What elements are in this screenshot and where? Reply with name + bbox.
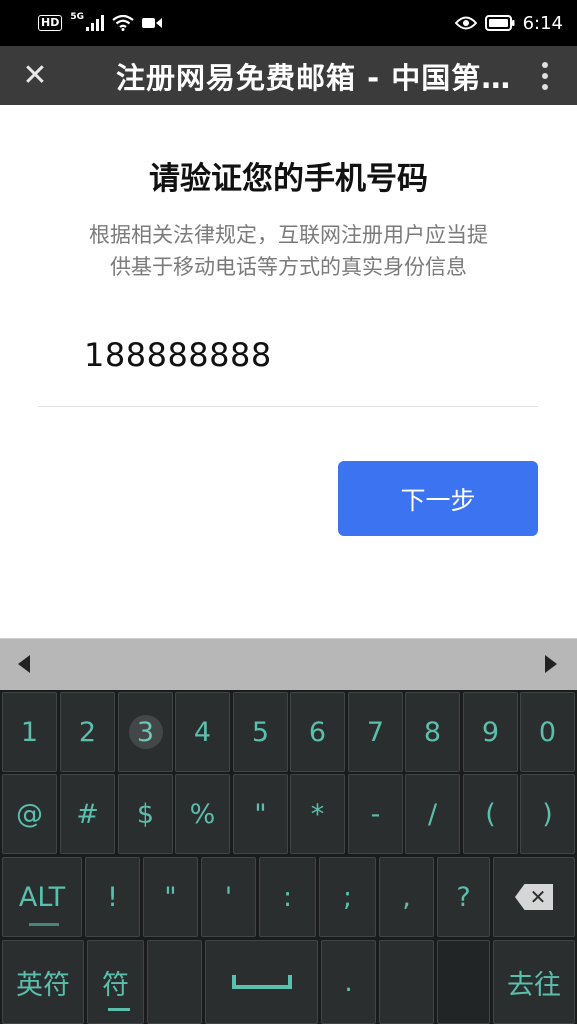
- more-vertical-icon[interactable]: [513, 46, 577, 105]
- video-camera-icon: [142, 18, 162, 28]
- key-left-paren[interactable]: (: [463, 774, 518, 854]
- key-0[interactable]: 0: [520, 692, 575, 772]
- key-minus[interactable]: -: [348, 774, 403, 854]
- alt-indicator: [29, 923, 59, 926]
- keyboard-candidate-bar: [0, 638, 577, 690]
- key-2[interactable]: 2: [60, 692, 115, 772]
- key-backspace[interactable]: ✕: [493, 857, 575, 937]
- key-at[interactable]: @: [2, 774, 57, 854]
- key-1[interactable]: 1: [2, 692, 57, 772]
- key-quote[interactable]: ": [143, 857, 198, 937]
- key-6[interactable]: 6: [290, 692, 345, 772]
- signal-bars-icon: [86, 15, 104, 31]
- page-content: 请验证您的手机号码 根据相关法律规定，互联网注册用户应当提 供基于移动电话等方式…: [0, 105, 577, 638]
- description-line-1: 根据相关法律规定，互联网注册用户应当提: [89, 223, 488, 247]
- key-asterisk[interactable]: *: [290, 774, 345, 854]
- key-go[interactable]: 去往: [493, 940, 575, 1024]
- key-3[interactable]: 3: [118, 692, 173, 772]
- key-blank-right[interactable]: [379, 940, 434, 1024]
- key-semicolon[interactable]: ;: [319, 857, 376, 937]
- key-question[interactable]: ?: [437, 857, 490, 937]
- arrow-left-icon[interactable]: [18, 655, 30, 673]
- wifi-icon: [112, 15, 134, 31]
- key-5[interactable]: 5: [233, 692, 288, 772]
- key-apostrophe[interactable]: ': [201, 857, 256, 937]
- phone-input[interactable]: 188888888: [84, 336, 272, 374]
- close-icon[interactable]: ✕: [0, 46, 70, 105]
- hd-badge: HD: [38, 15, 63, 31]
- key-exclamation[interactable]: !: [85, 857, 140, 937]
- arrow-right-icon[interactable]: [545, 655, 557, 673]
- key-dollar[interactable]: $: [118, 774, 173, 854]
- clock: 6:14: [522, 12, 563, 34]
- key-4[interactable]: 4: [175, 692, 230, 772]
- title-bar: ✕ 注册网易免费邮箱 - 中国第一大电子邮件服务商: [0, 46, 577, 105]
- battery-icon: [484, 15, 515, 31]
- key-blank-dark[interactable]: [437, 940, 490, 1024]
- key-symbols[interactable]: 符: [87, 940, 144, 1024]
- key-slash[interactable]: /: [405, 774, 460, 854]
- key-blank-left[interactable]: [147, 940, 202, 1024]
- eye-icon: [454, 16, 477, 30]
- space-bar-icon: [231, 975, 292, 989]
- key-symbols-label: 符: [102, 969, 129, 1001]
- status-right: 6:14: [454, 12, 563, 34]
- key-period[interactable]: .: [321, 940, 376, 1024]
- status-left: HD 5G: [38, 12, 162, 31]
- key-alt-label: ALT: [18, 881, 66, 913]
- key-9[interactable]: 9: [463, 692, 518, 772]
- description: 根据相关法律规定，互联网注册用户应当提 供基于移动电话等方式的真实身份信息: [56, 219, 521, 283]
- key-colon[interactable]: :: [259, 857, 316, 937]
- key-lang-switch[interactable]: 英符: [2, 940, 84, 1024]
- soft-keyboard: 1 2 3 4 5 6 7 8 9 0 @ # $ % " * - / ( ) …: [0, 690, 577, 1024]
- page-heading: 请验证您的手机号码: [149, 161, 428, 197]
- key-alt[interactable]: ALT: [2, 857, 82, 937]
- key-8[interactable]: 8: [405, 692, 460, 772]
- backspace-icon: ✕: [515, 884, 553, 910]
- symbols-indicator: [108, 1008, 130, 1011]
- key-comma[interactable]: ,: [379, 857, 434, 937]
- key-hash[interactable]: #: [60, 774, 115, 854]
- key-percent[interactable]: %: [175, 774, 230, 854]
- key-7[interactable]: 7: [348, 692, 403, 772]
- page-title: 注册网易免费邮箱 - 中国第一大电子邮件服务商: [116, 60, 513, 95]
- key-space[interactable]: [205, 940, 318, 1024]
- phone-input-underline: [38, 406, 538, 407]
- description-line-2: 供基于移动电话等方式的真实身份信息: [110, 255, 467, 279]
- status-bar: HD 5G 6:14: [0, 0, 577, 46]
- network-type: 5G: [70, 12, 84, 22]
- next-button[interactable]: 下一步: [338, 461, 538, 536]
- key-double-quote[interactable]: ": [233, 774, 288, 854]
- key-right-paren[interactable]: ): [520, 774, 575, 854]
